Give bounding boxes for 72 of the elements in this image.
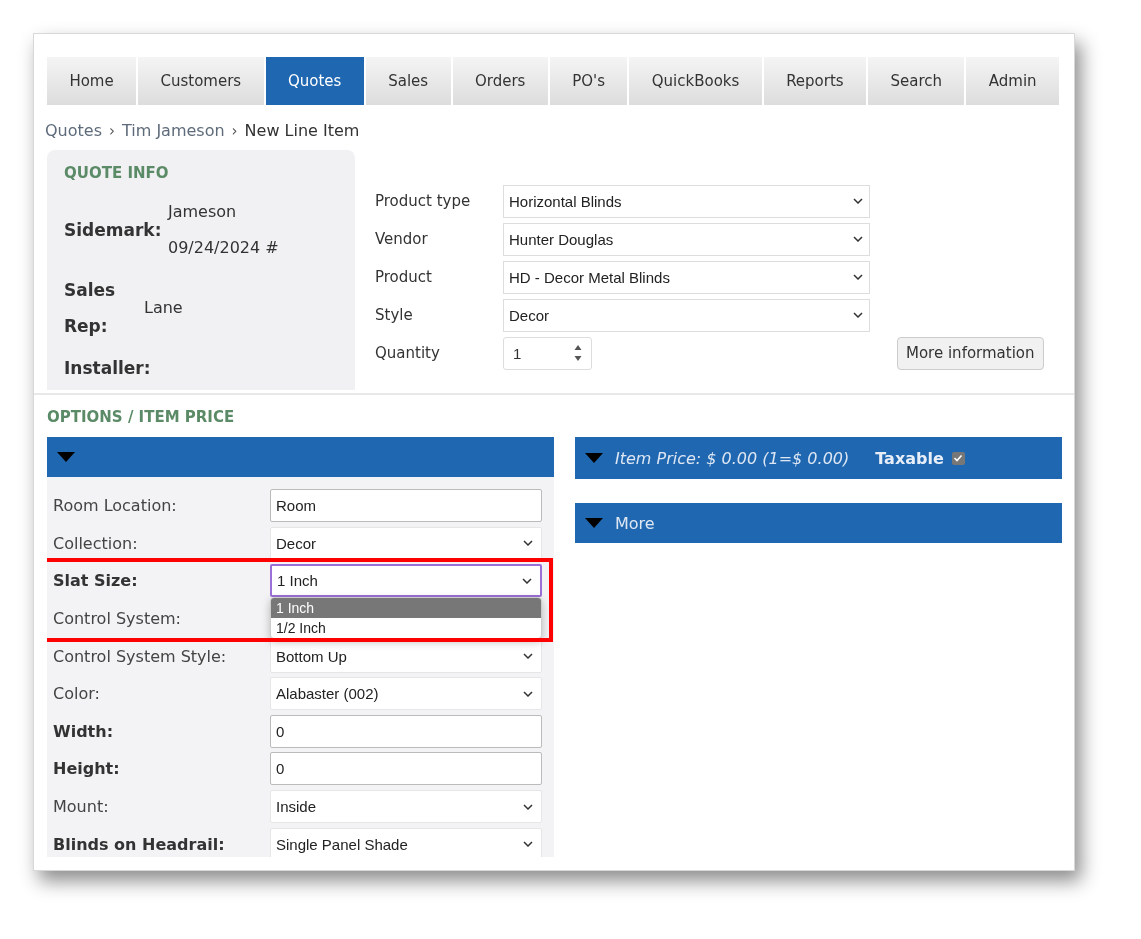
- field-label: Color:: [53, 684, 101, 704]
- nav-tab[interactable]: Orders: [452, 57, 550, 105]
- collapse-icon: [57, 452, 75, 462]
- breadcrumb-link[interactable]: Quotes: [45, 121, 102, 140]
- field-label: Mount:: [53, 797, 110, 817]
- select-field[interactable]: 1 Inch: [270, 564, 542, 598]
- nav-tab[interactable]: Reports: [763, 57, 869, 105]
- field-value: Jameson: [168, 201, 238, 223]
- field-label: Installer:: [64, 357, 152, 380]
- chevron-icon: [853, 236, 863, 242]
- field-label: Product type: [375, 192, 472, 210]
- select-field[interactable]: HD - Decor Metal Blinds: [503, 260, 870, 294]
- select-field[interactable]: Alabaster (002): [270, 677, 542, 711]
- taxable-checkbox[interactable]: [951, 451, 965, 465]
- field-label: Height:: [53, 759, 121, 779]
- nav-tab[interactable]: Customers: [138, 57, 266, 105]
- dropdown-option[interactable]: 1 Inch: [271, 598, 541, 619]
- field-label: Width:: [53, 721, 115, 741]
- chevron-icon: [523, 841, 533, 848]
- nav-tab[interactable]: PO's: [549, 57, 630, 105]
- chevron-icon: [523, 653, 533, 660]
- nav-tab[interactable]: Admin: [966, 57, 1062, 105]
- breadcrumb-separator: ›: [109, 122, 115, 140]
- field-label: Slat Size:: [53, 571, 139, 591]
- section-title: QUOTE INFO: [64, 164, 170, 182]
- chevron-icon: [523, 690, 533, 697]
- chevron-icon: [853, 274, 863, 280]
- field-label: Sales Rep:: [64, 279, 117, 338]
- nav-tab[interactable]: Search: [868, 57, 967, 105]
- field-label: Sidemark:: [64, 219, 163, 242]
- chevron-icon: [523, 803, 533, 810]
- nav-tab[interactable]: Sales: [365, 57, 453, 105]
- item-price: Item Price: $ 0.00 (1=$ 0.00): [615, 448, 850, 468]
- field-label: Control System Style:: [53, 646, 228, 666]
- breadcrumb-link[interactable]: Tim Jameson: [122, 121, 225, 140]
- collapse-icon: [585, 518, 603, 528]
- field-label: Collection:: [53, 533, 139, 553]
- field-label: Style: [375, 306, 414, 324]
- field-label: Product: [375, 268, 433, 286]
- collapse-icon: [585, 453, 603, 463]
- chevron-icon: [522, 578, 532, 584]
- section-title: OPTIONS / ITEM PRICE: [47, 408, 236, 426]
- chevron-icon: [523, 540, 533, 547]
- select-field[interactable]: Horizontal Blinds: [503, 184, 870, 218]
- field-label: Vendor: [375, 230, 429, 248]
- select-field[interactable]: Decor: [270, 526, 542, 560]
- field-label: Quantity: [375, 344, 441, 362]
- nav-tab[interactable]: Quotes: [265, 57, 366, 105]
- breadcrumb-separator: ›: [231, 122, 238, 140]
- input-field[interactable]: 0: [270, 714, 542, 748]
- input-field[interactable]: 0: [270, 752, 542, 786]
- select-field[interactable]: Inside: [270, 790, 542, 824]
- field-label: Blinds on Headrail:: [53, 834, 226, 854]
- field-value: Lane: [144, 297, 183, 319]
- field-label: Room Location:: [53, 496, 178, 516]
- more-header[interactable]: More: [575, 503, 1062, 543]
- breadcrumb-current: New Line Item: [244, 121, 360, 140]
- field-value: 09/24/2024 #: [168, 237, 279, 259]
- taxable-label: Taxable: [875, 448, 944, 468]
- field-label: Control System:: [53, 609, 182, 629]
- select-field[interactable]: Single Panel Shade: [270, 827, 542, 857]
- quantity-field[interactable]: 1: [503, 336, 592, 370]
- chevron-icon: [853, 198, 863, 204]
- chevron-icon: [853, 312, 863, 318]
- price-header[interactable]: Item Price: $ 0.00 (1=$ 0.00) Taxable: [575, 437, 1062, 479]
- dropdown-option[interactable]: 1/2 Inch: [271, 618, 541, 639]
- input-field[interactable]: Room: [270, 489, 542, 523]
- more-information-button[interactable]: More information: [897, 336, 1044, 370]
- nav-tab[interactable]: Home: [47, 57, 139, 105]
- select-field[interactable]: Hunter Douglas: [503, 222, 870, 256]
- nav-tab[interactable]: QuickBooks: [629, 57, 764, 105]
- select-field[interactable]: Decor: [503, 298, 870, 332]
